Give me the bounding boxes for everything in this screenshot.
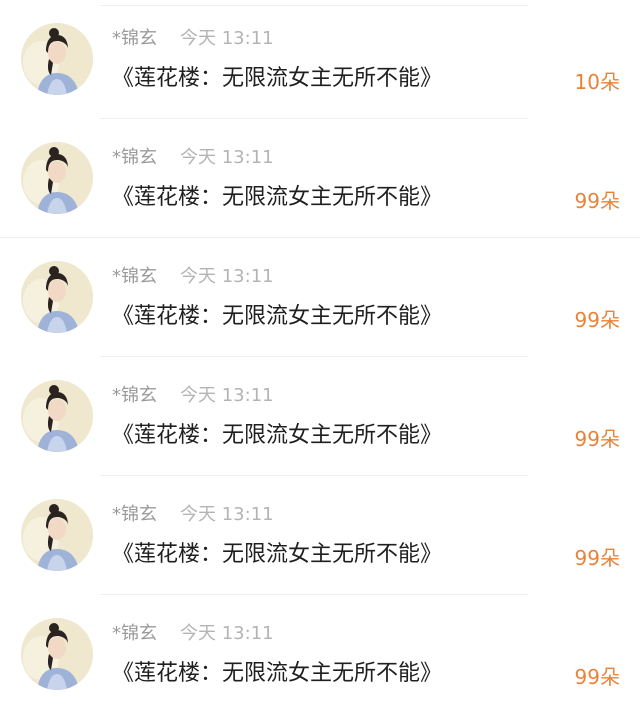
timestamp: 今天 13:11 bbox=[180, 147, 274, 168]
timestamp: 今天 13:11 bbox=[180, 623, 274, 644]
username[interactable]: *锦玄 bbox=[112, 623, 157, 645]
comment-row[interactable]: *锦玄 今天 13:11 《莲花楼：无限流女主无所不能》 99朵 bbox=[0, 238, 640, 357]
timestamp: 今天 13:11 bbox=[180, 385, 274, 406]
comment-list: *锦玄 今天 13:11 《莲花楼：无限流女主无所不能》 10朵 *锦玄 今天 … bbox=[0, 0, 640, 715]
user-avatar-icon[interactable] bbox=[21, 261, 93, 333]
flower-count: 99朵 bbox=[574, 546, 620, 570]
flower-count: 99朵 bbox=[574, 427, 620, 451]
comment-text: 《莲花楼：无限流女主无所不能》 bbox=[112, 185, 443, 210]
comment-row[interactable]: *锦玄 今天 13:11 《莲花楼：无限流女主无所不能》 99朵 bbox=[0, 119, 640, 238]
user-avatar-icon[interactable] bbox=[21, 142, 93, 214]
username[interactable]: *锦玄 bbox=[112, 266, 157, 288]
username[interactable]: *锦玄 bbox=[112, 385, 157, 407]
username[interactable]: *锦玄 bbox=[112, 28, 157, 50]
timestamp: 今天 13:11 bbox=[180, 28, 274, 49]
comment-text: 《莲花楼：无限流女主无所不能》 bbox=[112, 66, 443, 91]
user-avatar-icon[interactable] bbox=[21, 499, 93, 571]
user-avatar-icon[interactable] bbox=[21, 380, 93, 452]
comment-text: 《莲花楼：无限流女主无所不能》 bbox=[112, 423, 443, 448]
flower-count: 99朵 bbox=[574, 308, 620, 332]
comment-text: 《莲花楼：无限流女主无所不能》 bbox=[112, 304, 443, 329]
flower-count: 10朵 bbox=[574, 70, 620, 94]
timestamp: 今天 13:11 bbox=[180, 504, 274, 525]
comment-row[interactable]: *锦玄 今天 13:11 《莲花楼：无限流女主无所不能》 99朵 bbox=[0, 357, 640, 476]
comment-text: 《莲花楼：无限流女主无所不能》 bbox=[112, 661, 443, 686]
user-avatar-icon[interactable] bbox=[21, 23, 93, 95]
flower-count: 99朵 bbox=[574, 189, 620, 213]
comment-row[interactable]: *锦玄 今天 13:11 《莲花楼：无限流女主无所不能》 99朵 bbox=[0, 595, 640, 714]
comment-row[interactable]: *锦玄 今天 13:11 《莲花楼：无限流女主无所不能》 99朵 bbox=[0, 476, 640, 595]
flower-count: 99朵 bbox=[574, 665, 620, 689]
username[interactable]: *锦玄 bbox=[112, 504, 157, 526]
user-avatar-icon[interactable] bbox=[21, 618, 93, 690]
comment-text: 《莲花楼：无限流女主无所不能》 bbox=[112, 542, 443, 567]
comment-row[interactable]: *锦玄 今天 13:11 《莲花楼：无限流女主无所不能》 10朵 bbox=[0, 0, 640, 119]
timestamp: 今天 13:11 bbox=[180, 266, 274, 287]
username[interactable]: *锦玄 bbox=[112, 147, 157, 169]
